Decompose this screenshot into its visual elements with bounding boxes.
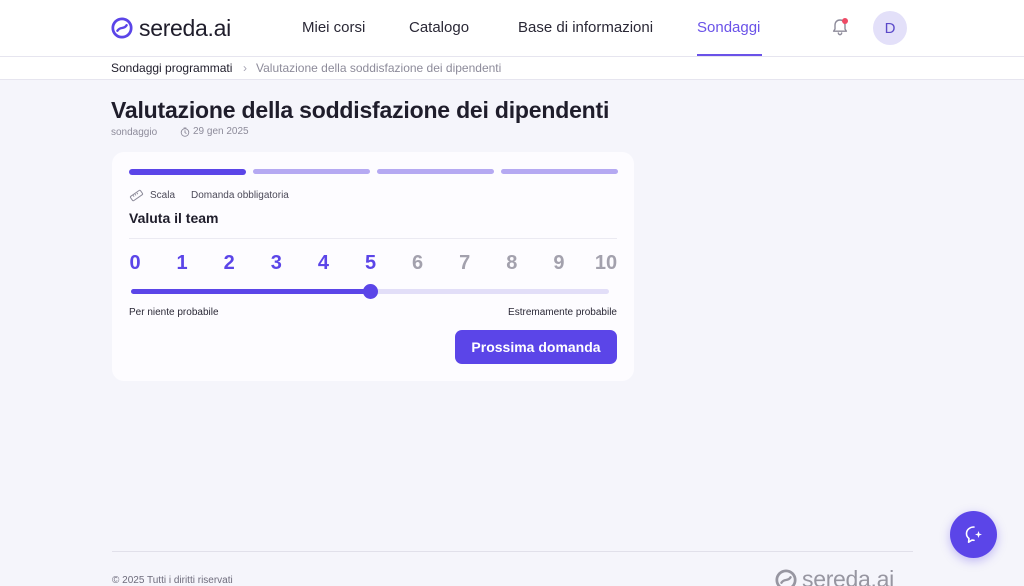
page-title: Valutazione della soddisfazione dei dipe…: [111, 97, 610, 123]
breadcrumb-parent[interactable]: Sondaggi programmati: [111, 61, 232, 75]
progress-step-4: [501, 169, 618, 174]
notification-dot: [842, 18, 848, 24]
scale-option-4[interactable]: 4: [308, 252, 338, 275]
scale-option-5[interactable]: 5: [356, 252, 386, 275]
scale-option-3[interactable]: 3: [261, 252, 291, 275]
slider-thumb[interactable]: [363, 284, 378, 299]
breadcrumb: Sondaggi programmati › Valutazione della…: [0, 57, 1024, 80]
slider-fill: [131, 289, 370, 294]
ai-assistant-icon: [965, 525, 982, 543]
top-header: sereda.ai Miei corsi Catalogo Base di in…: [0, 0, 1024, 57]
sereda-logo-icon: [775, 568, 797, 586]
footer-logo: sereda.ai: [775, 566, 894, 586]
survey-type: sondaggio: [111, 127, 158, 138]
scale-option-6[interactable]: 6: [403, 252, 433, 275]
nav-miei-corsi[interactable]: Miei corsi: [302, 19, 365, 36]
question-meta: Scala Domanda obbligatoria: [129, 188, 289, 203]
nav-sondaggi[interactable]: Sondaggi: [697, 19, 760, 36]
clock-icon: [180, 126, 190, 137]
footer-brand: sereda.ai: [802, 566, 894, 586]
scale-option-9[interactable]: 9: [544, 252, 574, 275]
progress-step-2: [253, 169, 370, 174]
survey-date: 29 gen 2025: [180, 126, 249, 137]
progress-step-3: [377, 169, 494, 174]
question-card: Scala Domanda obbligatoria Valuta il tea…: [112, 152, 634, 381]
question-text: Valuta il team: [129, 210, 219, 226]
chevron-right-icon: ›: [243, 61, 247, 75]
scale-option-10[interactable]: 10: [591, 252, 621, 275]
brand-name: sereda.ai: [139, 14, 231, 41]
next-question-button[interactable]: Prossima domanda: [455, 330, 617, 364]
survey-date-text: 29 gen 2025: [193, 126, 249, 137]
ai-assistant-button[interactable]: [950, 511, 997, 558]
brand-logo[interactable]: sereda.ai: [111, 14, 231, 42]
scale-option-8[interactable]: 8: [497, 252, 527, 275]
breadcrumb-current: Valutazione della soddisfazione dei dipe…: [256, 61, 502, 75]
copyright-text: © 2025 Tutti i diritti riservati: [112, 575, 233, 586]
scale-option-0[interactable]: 0: [120, 252, 150, 275]
nav-catalogo[interactable]: Catalogo: [409, 19, 469, 36]
divider: [129, 238, 617, 239]
nav-active-indicator: [697, 54, 762, 56]
progress-step-1: [129, 169, 246, 175]
scale-min-label: Per niente probabile: [129, 307, 219, 318]
question-kind: Scala: [150, 190, 176, 201]
scale-option-1[interactable]: 1: [167, 252, 197, 275]
scale-max-label: Estremamente probabile: [508, 307, 617, 318]
user-avatar[interactable]: D: [873, 11, 907, 45]
scale-option-2[interactable]: 2: [214, 252, 244, 275]
footer-divider: [112, 551, 913, 552]
ruler-icon: [129, 189, 144, 202]
nav-base-di-informazioni[interactable]: Base di informazioni: [518, 19, 653, 36]
required-label: Domanda obbligatoria: [191, 190, 289, 201]
sereda-logo-icon: [111, 17, 133, 39]
scale-option-7[interactable]: 7: [450, 252, 480, 275]
